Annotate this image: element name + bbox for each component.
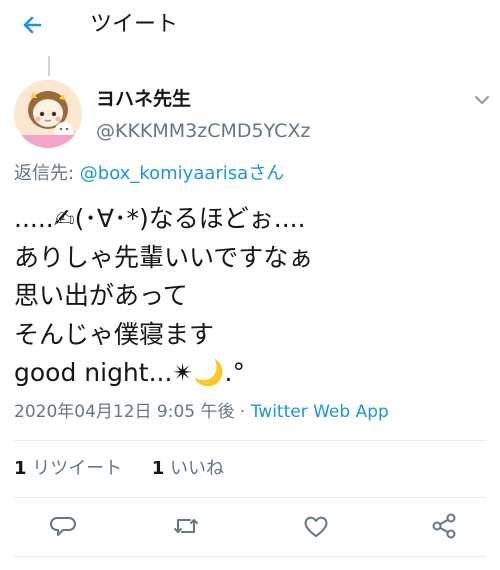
chevron-down-icon: [475, 96, 489, 104]
tweet-menu-button[interactable]: [472, 92, 492, 106]
tweet-text-line: 思い出があって: [14, 281, 188, 310]
author-handle[interactable]: @KKKMM3zCMD5YCXz: [96, 118, 310, 144]
retweet-icon: [174, 519, 198, 533]
reply-button[interactable]: [48, 510, 80, 542]
tweet-text-line: .....✍(･∀･*)なるほどぉ....: [14, 204, 306, 233]
meta-separator: ·: [234, 402, 251, 422]
reply-icon: [50, 517, 76, 536]
back-button[interactable]: [18, 10, 50, 40]
reply-suffix: さん: [248, 163, 285, 184]
retweet-button[interactable]: [170, 510, 202, 542]
author-name[interactable]: ヨハネ先生: [96, 86, 191, 112]
divider: [14, 497, 486, 498]
divider: [14, 440, 486, 441]
divider: [14, 556, 486, 557]
top-bar: ツイート: [0, 0, 500, 50]
avatar[interactable]: [14, 80, 82, 148]
source-app-link[interactable]: Twitter Web App: [251, 402, 389, 422]
page-title: ツイート: [90, 12, 179, 37]
thread-connector: [48, 56, 50, 76]
tweet-text-line: そんじゃ僕寝ます: [14, 319, 215, 349]
share-icon: [432, 513, 456, 539]
avatar-illustration: [14, 80, 82, 148]
retweet-count: 1: [14, 458, 27, 479]
tweet-text-line: ありしゃ先輩いいですなぁ: [14, 242, 314, 272]
reply-mention-link[interactable]: @box_komiyaarisa: [80, 163, 248, 184]
like-stat[interactable]: 1 いいね: [152, 458, 224, 479]
tweet-meta: 2020年04月12日 9:05 午後 · Twitter Web App: [14, 398, 389, 426]
timestamp[interactable]: 2020年04月12日 9:05 午後: [14, 402, 235, 422]
heart-icon: [304, 516, 328, 537]
retweet-stat[interactable]: 1 リツイート: [14, 458, 122, 479]
reply-context: 返信先: @box_komiyaarisaさん: [14, 160, 284, 188]
arrow-left-icon: [23, 16, 42, 34]
tweet-stats: 1 リツイート 1 いいね: [14, 455, 224, 483]
tweet-text-line: good night...✴🌙.°: [14, 358, 245, 387]
like-button[interactable]: [300, 510, 332, 542]
reply-prefix: 返信先:: [14, 163, 80, 184]
retweet-label: リツイート: [26, 458, 123, 479]
share-button[interactable]: [428, 510, 460, 542]
like-label: いいね: [164, 458, 224, 479]
tweet-text: .....✍(･∀･*)なるほどぉ.... ありしゃ先輩いいですなぁ 思い出があ…: [14, 200, 484, 393]
like-count: 1: [151, 458, 165, 479]
